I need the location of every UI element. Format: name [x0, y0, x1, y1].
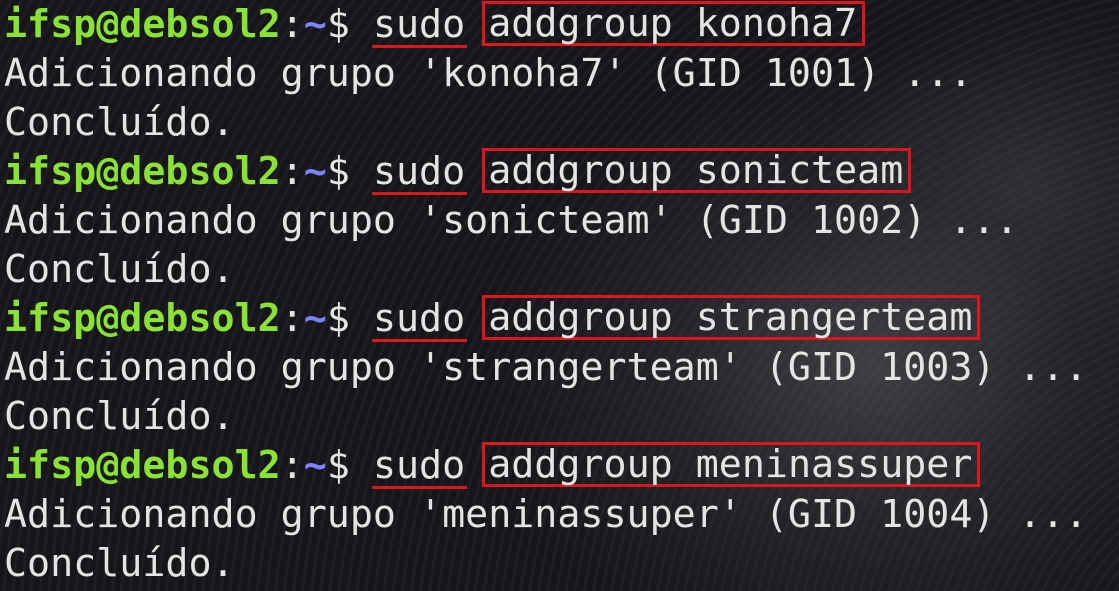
sudo-keyword: sudo — [371, 296, 468, 342]
prompt-path: ~ — [303, 443, 327, 488]
command-status: Concluído. — [4, 100, 235, 145]
highlighted-command: addgroup meninassuper — [482, 442, 981, 487]
prompt-line: ifsp@debsol2:~$ sudo addgroup strangerte… — [4, 294, 1119, 343]
command-output: Adicionando grupo 'strangerteam' (GID 10… — [4, 345, 1088, 390]
prompt-symbol: $ — [326, 443, 373, 488]
command-status: Concluído. — [4, 541, 235, 586]
sudo-keyword: sudo — [371, 443, 468, 489]
command-output: Adicionando grupo 'meninassuper' (GID 10… — [4, 492, 1088, 537]
terminal-window[interactable]: ifsp@debsol2:~$ sudo addgroup konoha7 Ad… — [0, 0, 1119, 591]
prompt-colon: : — [280, 296, 304, 341]
prompt-colon: : — [280, 149, 304, 194]
prompt-user-host: ifsp@debsol2 — [4, 296, 281, 341]
prompt-path: ~ — [303, 149, 327, 194]
prompt-user-host: ifsp@debsol2 — [4, 149, 281, 194]
prompt-user-host: ifsp@debsol2 — [4, 443, 281, 488]
prompt-colon: : — [280, 2, 304, 47]
command-status: Concluído. — [4, 247, 235, 292]
sudo-keyword: sudo — [371, 2, 468, 48]
prompt-line: ifsp@debsol2:~$ sudo addgroup sonicteam — [4, 147, 1119, 196]
command-output: Adicionando grupo 'konoha7' (GID 1001) .… — [4, 51, 973, 96]
prompt-colon: : — [280, 443, 304, 488]
prompt-line: ifsp@debsol2:~$ sudo addgroup konoha7 — [4, 0, 1119, 49]
prompt-path: ~ — [303, 296, 327, 341]
highlighted-command: addgroup sonicteam — [482, 148, 912, 193]
highlighted-command: addgroup strangerteam — [482, 295, 981, 340]
prompt-line: ifsp@debsol2:~$ sudo addgroup meninassup… — [4, 441, 1119, 490]
prompt-user-host: ifsp@debsol2 — [4, 2, 281, 47]
prompt-path: ~ — [303, 2, 327, 47]
sudo-keyword: sudo — [371, 149, 468, 195]
prompt-symbol: $ — [326, 2, 373, 47]
command-output: Adicionando grupo 'sonicteam' (GID 1002)… — [4, 198, 1019, 243]
prompt-symbol: $ — [326, 296, 373, 341]
command-status: Concluído. — [4, 394, 235, 439]
highlighted-command: addgroup konoha7 — [482, 1, 866, 46]
prompt-symbol: $ — [326, 149, 373, 194]
